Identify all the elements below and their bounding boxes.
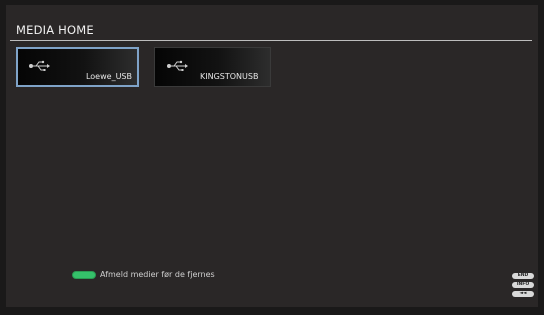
green-key-icon[interactable] bbox=[72, 270, 96, 279]
info-key-icon[interactable]: INFO bbox=[512, 282, 534, 288]
hint-text: Afmeld medier før de fjernes bbox=[100, 270, 215, 279]
device-tile-kingstonusb[interactable]: KINGSTONUSB bbox=[154, 47, 271, 87]
usb-icon bbox=[167, 60, 188, 71]
remote-keys: END INFO ◄◄ bbox=[512, 273, 534, 300]
rewind-key-icon[interactable]: ◄◄ bbox=[512, 291, 534, 297]
media-home-screen: MEDIA HOME Loewe_USB KINGSTONUSB Afmeld … bbox=[6, 5, 538, 307]
device-label: Loewe_USB bbox=[85, 72, 132, 81]
header-bar: MEDIA HOME bbox=[10, 23, 532, 41]
page-title: MEDIA HOME bbox=[16, 23, 94, 37]
device-label: KINGSTONUSB bbox=[200, 72, 259, 81]
remove-media-hint: Afmeld medier før de fjernes bbox=[72, 270, 215, 279]
device-tile-loewe-usb[interactable]: Loewe_USB bbox=[16, 47, 139, 87]
end-key-icon[interactable]: END bbox=[512, 273, 534, 279]
usb-icon bbox=[29, 60, 50, 71]
